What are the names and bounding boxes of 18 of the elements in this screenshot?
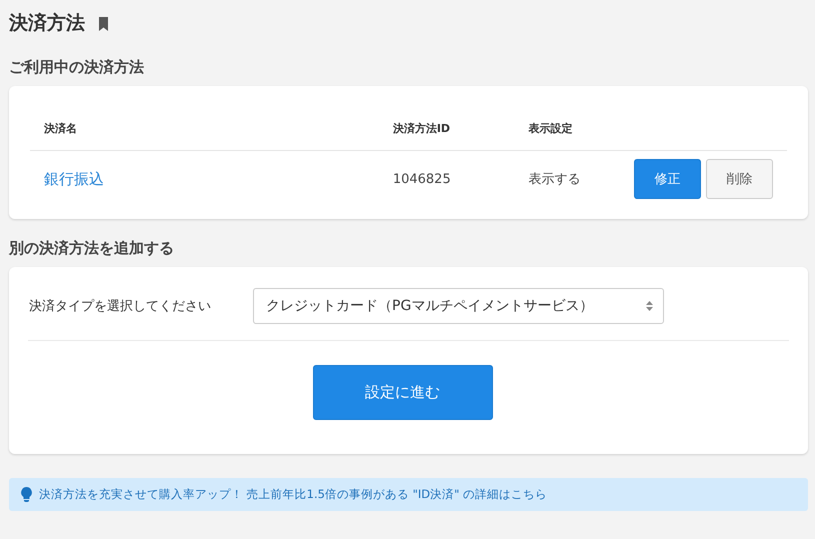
column-header: 表示設定 bbox=[514, 108, 620, 150]
section-heading: 別の決済方法を追加する bbox=[9, 239, 175, 258]
payment-name-link[interactable]: 銀行振込 bbox=[44, 170, 104, 188]
column-header: 決済名 bbox=[30, 108, 379, 150]
proceed-button[interactable]: 設定に進む bbox=[312, 365, 492, 420]
page-title: 決済方法 bbox=[9, 11, 85, 36]
edit-button[interactable]: 修正 bbox=[634, 159, 701, 199]
bookmark-icon[interactable] bbox=[99, 17, 108, 31]
delete-button[interactable]: 削除 bbox=[706, 159, 773, 199]
field-label: 決済タイプを選択してください bbox=[29, 298, 212, 315]
table-cell: 1046825 bbox=[392, 172, 451, 186]
section-heading: ご利用中の決済方法 bbox=[9, 58, 145, 77]
select-arrows-icon bbox=[646, 300, 653, 312]
payment-type-select[interactable]: クレジットカード（PGマルチペイメントサービス） bbox=[253, 288, 664, 324]
lightbulb-icon bbox=[21, 487, 32, 502]
table-cell: 表示する bbox=[528, 172, 580, 187]
column-header: 決済方法ID bbox=[378, 108, 514, 150]
tip-link[interactable]: 決済方法を充実させて購入率アップ！ 売上前年比1.5倍の事例がある "ID決済" の詳細はこちら bbox=[39, 487, 548, 502]
